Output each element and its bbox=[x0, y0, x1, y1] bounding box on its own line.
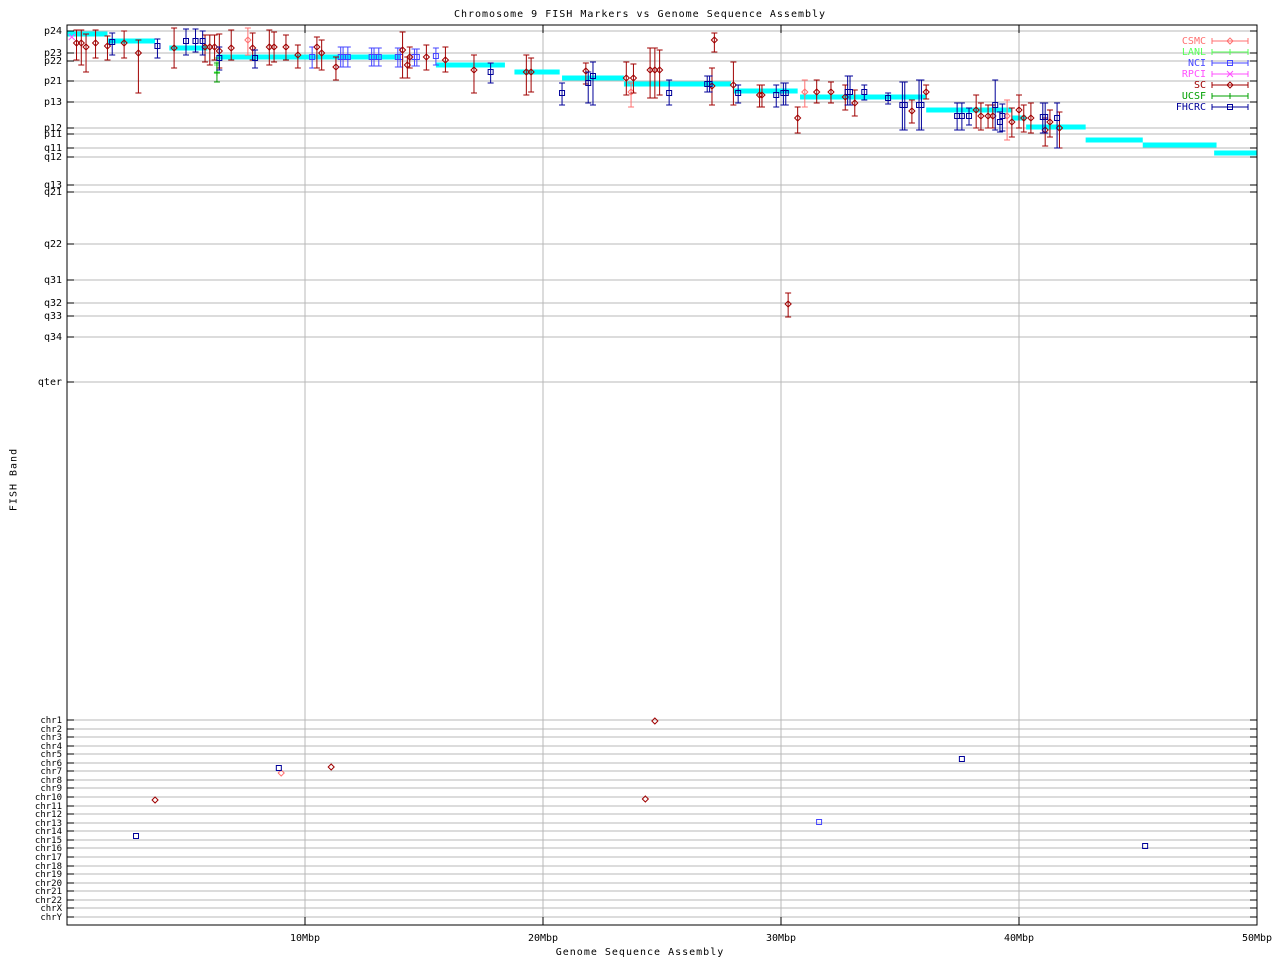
svg-text:q12: q12 bbox=[44, 152, 62, 163]
svg-text:p11: p11 bbox=[44, 129, 62, 140]
svg-text:LANL: LANL bbox=[1182, 47, 1206, 58]
svg-text:SC: SC bbox=[1194, 80, 1206, 91]
svg-text:50Mbp: 50Mbp bbox=[1242, 933, 1272, 944]
svg-text:30Mbp: 30Mbp bbox=[766, 933, 796, 944]
legend: CSMCLANLNCIRPCISCUCSFFHCRC bbox=[1176, 36, 1248, 113]
svg-text:p24: p24 bbox=[44, 26, 62, 37]
series-CSMC bbox=[245, 28, 1010, 776]
svg-text:q31: q31 bbox=[44, 275, 62, 286]
svg-text:q33: q33 bbox=[44, 311, 62, 322]
chart-svg: p24p23p22p21p13p12p11q11q12q13q21q22q31q… bbox=[0, 0, 1280, 960]
svg-text:q34: q34 bbox=[44, 332, 62, 343]
svg-text:FHCRC: FHCRC bbox=[1176, 102, 1206, 113]
series-FHCRC bbox=[109, 29, 1147, 849]
legend-item-UCSF: UCSF bbox=[1182, 91, 1248, 102]
svg-text:20Mbp: 20Mbp bbox=[528, 933, 558, 944]
legend-item-RPCI: RPCI bbox=[1182, 69, 1248, 80]
svg-text:p22: p22 bbox=[44, 56, 62, 67]
svg-text:q21: q21 bbox=[44, 187, 62, 198]
plot-frame bbox=[67, 25, 1257, 925]
svg-text:RPCI: RPCI bbox=[1182, 69, 1206, 80]
svg-text:qter: qter bbox=[38, 377, 62, 388]
svg-text:UCSF: UCSF bbox=[1182, 91, 1206, 102]
svg-text:CSMC: CSMC bbox=[1182, 36, 1206, 47]
svg-text:40Mbp: 40Mbp bbox=[1004, 933, 1034, 944]
assembly-line bbox=[67, 34, 1257, 153]
legend-item-CSMC: CSMC bbox=[1182, 36, 1248, 47]
svg-text:chrY: chrY bbox=[40, 913, 62, 923]
gridlines bbox=[67, 25, 1257, 925]
legend-item-FHCRC: FHCRC bbox=[1176, 102, 1248, 113]
series-SC bbox=[74, 28, 1063, 803]
legend-item-SC: SC bbox=[1194, 80, 1248, 91]
svg-text:q32: q32 bbox=[44, 298, 62, 309]
page-root: { "title": "Chromosome 9 FISH Markers vs… bbox=[0, 0, 1280, 960]
series-NCI bbox=[309, 47, 821, 825]
legend-item-LANL: LANL bbox=[1182, 47, 1248, 58]
svg-text:p13: p13 bbox=[44, 97, 62, 108]
svg-text:NCI: NCI bbox=[1188, 58, 1206, 69]
legend-item-NCI: NCI bbox=[1188, 58, 1248, 69]
svg-text:10Mbp: 10Mbp bbox=[290, 933, 320, 944]
svg-text:p21: p21 bbox=[44, 76, 62, 87]
svg-text:q22: q22 bbox=[44, 239, 62, 250]
